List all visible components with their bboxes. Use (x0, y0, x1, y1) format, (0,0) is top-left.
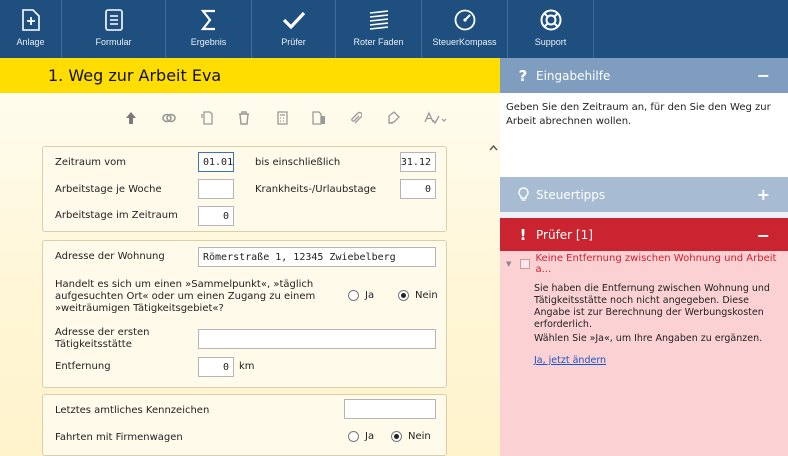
firmenwagen-label: Fahrten mit Firmenwagen (55, 432, 183, 443)
adresse-panel: Adresse der Wohnung Römerstraße 1, 12345… (42, 240, 447, 388)
radio-label: Ja (365, 290, 375, 301)
radio-circle (398, 290, 409, 301)
sammelpunkt-question: Handelt es sich um einen »Sammelpunkt«, … (55, 279, 316, 314)
scroll-up-arrow[interactable] (487, 141, 500, 154)
pruefer-body: ▼ Keine Entfernung zwischen Wohnung und … (500, 251, 788, 456)
pruefer-message-text: Sie haben die Entfernung zwischen Wohnun… (534, 283, 770, 330)
add-document-icon (20, 0, 42, 34)
radio-label: Ja (365, 431, 375, 442)
message-checkbox[interactable] (519, 259, 530, 269)
toolbar-label: Ergebnis (190, 37, 227, 47)
compass-icon (453, 0, 477, 34)
main-toolbar: Anlage Formular Ergebnis Prüfer Roter Fa… (0, 0, 788, 58)
radio-label: Nein (415, 290, 438, 301)
sigma-icon (199, 0, 219, 34)
firmenwagen-ja-radio[interactable]: Ja (348, 431, 374, 442)
help-sidebar: ? Eingabehilfe − Geben Sie den Zeitraum … (500, 58, 788, 456)
expand-toggle[interactable]: + (757, 185, 770, 204)
pruefer-title: Prüfer [1] (536, 227, 593, 242)
krankheit-input[interactable]: 0 (400, 179, 436, 199)
zeitraum-vom-input[interactable]: 01.01 (198, 152, 234, 172)
arbeitstage-woche-label: Arbeitstage je Woche (55, 184, 162, 195)
radio-label: Nein (408, 431, 431, 442)
question-icon: ? (518, 66, 528, 85)
kennzeichen-label: Letztes amtliches Kennzeichen (55, 405, 210, 416)
page-title: 1. Weg zur Arbeit Eva (48, 66, 222, 85)
sammelpunkt-ja-radio[interactable]: Ja (348, 290, 374, 301)
firmenwagen-nein-radio[interactable]: Nein (391, 431, 431, 442)
eingabehilfe-header[interactable]: ? Eingabehilfe − (500, 58, 788, 93)
note-icon[interactable] (384, 108, 404, 128)
form-action-bar (0, 108, 488, 128)
steuertipps-header[interactable]: Steuertipps + (500, 177, 788, 212)
link-icon[interactable] (159, 108, 179, 128)
sammelpunkt-nein-radio[interactable]: Nein (398, 290, 438, 301)
toolbar-label: Formular (95, 37, 132, 47)
entfernung-label: Entfernung (55, 361, 111, 372)
collapse-toggle[interactable]: − (757, 66, 770, 85)
checkmark-icon (281, 0, 307, 34)
arbeitstage-zeitraum-input[interactable]: 0 (198, 206, 234, 226)
form-icon (104, 0, 124, 34)
thread-icon (367, 0, 391, 34)
entfernung-unit: km (239, 361, 255, 372)
toolbar-label: Prüfer (281, 37, 306, 47)
toolbar-ergebnis-button[interactable]: Ergebnis (166, 0, 252, 58)
eingabehilfe-title: Eingabehilfe (536, 68, 611, 83)
lifebuoy-icon (539, 0, 563, 34)
arbeitstage-zeitraum-label: Arbeitstage im Zeitraum (55, 210, 178, 221)
toolbar-roter-faden-button[interactable]: Roter Faden (336, 0, 422, 58)
eingabehilfe-text: Geben Sie den Zeitraum an, für den Sie d… (506, 102, 771, 127)
krankheit-label: Krankheits-/Urlaubstage (255, 184, 377, 195)
radio-selected-dot (401, 293, 406, 298)
document-attach-icon[interactable] (309, 108, 329, 128)
lightbulb-icon (516, 187, 530, 202)
entfernung-input[interactable]: 0 (198, 357, 234, 377)
ja-jetzt-aendern-link[interactable]: Ja, jetzt ändern (534, 355, 606, 366)
arbeitstage-woche-input[interactable] (198, 179, 234, 199)
page-title-bar: 1. Weg zur Arbeit Eva (0, 58, 500, 93)
pruefer-message-title: Keine Entfernung zwischen Wohnung und Ar… (535, 253, 777, 275)
toolbar-pruefer-button[interactable]: Prüfer (252, 0, 336, 58)
toolbar-steuerkompass-button[interactable]: SteuerKompass (422, 0, 508, 58)
copy-document-icon[interactable] (197, 108, 217, 128)
toolbar-label: Roter Faden (353, 37, 404, 47)
bis-input[interactable]: 31.12 (400, 152, 436, 172)
toolbar-formular-button[interactable]: Formular (62, 0, 166, 58)
radio-circle (391, 431, 402, 442)
paperclip-icon[interactable] (346, 108, 366, 128)
pruefer-message-row[interactable]: ▼ Keine Entfernung zwischen Wohnung und … (506, 253, 788, 275)
eingabehilfe-body: Geben Sie den Zeitraum an, für den Sie d… (500, 93, 788, 177)
radio-selected-dot (394, 434, 399, 439)
taetigkeit-label: Adresse der ersten Tätigkeitsstätte (55, 327, 150, 350)
zeitraum-panel: Zeitraum vom 01.01 bis einschließlich 31… (42, 146, 447, 232)
toolbar-support-button[interactable]: Support (508, 0, 594, 58)
taetigkeit-input[interactable] (198, 329, 436, 349)
toolbar-label: SteuerKompass (432, 37, 497, 47)
delete-icon[interactable] (234, 108, 254, 128)
zeitraum-vom-label: Zeitraum vom (55, 157, 126, 168)
toolbar-label: Anlage (16, 37, 45, 47)
firmenwagen-panel: Letztes amtliches Kennzeichen Fahrten mi… (42, 394, 447, 456)
radio-circle (348, 290, 359, 301)
kennzeichen-input[interactable] (344, 399, 436, 419)
toolbar-anlage-button[interactable]: Anlage (0, 0, 62, 58)
exclamation-icon: ! (519, 225, 527, 244)
adresse-input[interactable]: Römerstraße 1, 12345 Zwiebelberg (198, 247, 436, 267)
expand-triangle-icon[interactable]: ▼ (506, 260, 516, 268)
toolbar-label: Support (534, 37, 567, 47)
radio-circle (348, 431, 359, 442)
calculator-icon[interactable] (272, 108, 292, 128)
collapse-toggle[interactable]: − (757, 226, 770, 245)
spellcheck-icon[interactable] (422, 108, 450, 128)
steuertipps-title: Steuertipps (536, 187, 606, 202)
pruefer-message-hint: Wählen Sie »Ja«, um Ihre Angaben zu ergä… (534, 333, 763, 344)
bis-label: bis einschließlich (255, 157, 341, 168)
pruefer-header[interactable]: ! Prüfer [1] − (500, 218, 788, 251)
move-up-icon[interactable] (121, 108, 141, 128)
form-area: 1. Weg zur Arbeit Eva Zeitraum vom 01.01… (0, 58, 500, 456)
adresse-label: Adresse der Wohnung (55, 251, 165, 262)
